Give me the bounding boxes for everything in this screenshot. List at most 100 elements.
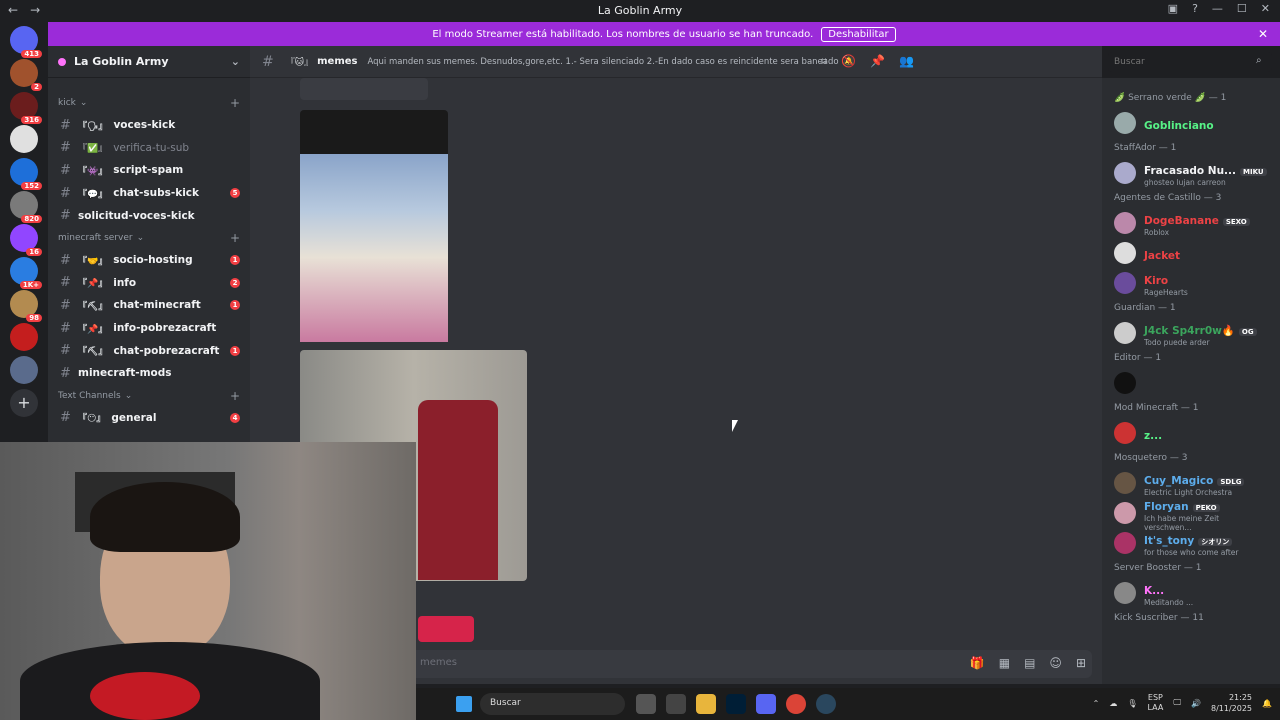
members-icon[interactable]: 👥 [899,54,914,69]
channel-item[interactable]: # 『🗣』 voces-kick [48,114,250,137]
add-channel-icon[interactable]: + [230,389,240,403]
gift-icon[interactable]: 🎁 [970,656,985,670]
member-item[interactable]: Kiro RageHearts [1102,268,1280,298]
mention-badge: 2 [230,277,240,288]
server-icon[interactable] [10,323,38,351]
discord-icon[interactable] [756,694,776,714]
channel-item[interactable]: # 『✅』 verifica-tu-sub [48,137,250,160]
member-item[interactable]: It's_tony シオリン for those who come after [1102,528,1280,558]
channel-item[interactable]: # minecraft-mods [48,362,250,385]
channel-item[interactable]: # 『👾』 script-spam [48,159,250,182]
file-explorer-icon[interactable] [696,694,716,714]
photoshop-icon[interactable] [726,694,746,714]
add-channel-icon[interactable]: + [230,231,240,245]
add-server-icon[interactable]: + [10,389,38,417]
member-name: Jacket [1144,249,1181,262]
member-item[interactable]: K... Meditando ... [1102,578,1280,608]
server-icon[interactable]: 820 [10,191,42,223]
member-item[interactable] [1102,368,1280,398]
avatar [1114,212,1136,234]
server-icon[interactable]: 1K+ [10,257,42,289]
channel-item[interactable]: # 『🤝』 socio-hosting 1 [48,249,250,272]
search-input[interactable] [1108,52,1272,72]
maximize-icon[interactable]: ☐ [1237,2,1247,15]
threads-icon[interactable]: ⌗ [820,54,827,69]
channel-item[interactable]: # solicitud-voces-kick [48,204,250,227]
network-icon[interactable]: 🖵 [1173,698,1181,708]
member-group-header: Kick Suscriber — 11 [1114,613,1204,623]
server-badge: 316 [21,116,42,124]
channel-item[interactable]: # 『📌』 info-pobrezacraft [48,317,250,340]
windows-taskbar: Buscar ⌃ ☁ 🎙 ESP LAA 🖵 🔊 21:25 8/11/2025 🔔 [416,688,1280,720]
mic-icon[interactable]: 🎙 [1127,699,1137,708]
server-icon[interactable] [10,356,38,384]
language-indicator[interactable]: ESP LAA [1148,693,1164,713]
notification-icon[interactable]: 🔔 [1262,699,1272,708]
cloud-icon[interactable]: ☁ [1109,699,1117,708]
channel-deco: 『📌』 [78,324,108,335]
hash-icon: # [60,297,71,313]
disable-streamer-button[interactable]: Deshabilitar [821,26,896,42]
chrome-icon[interactable] [786,694,806,714]
channel-category[interactable]: Text Channels ⌄ + [48,385,250,407]
member-item[interactable]: z... [1102,418,1280,448]
taskbar-search[interactable]: Buscar [480,693,625,715]
server-icon[interactable]: 152 [10,158,42,190]
mute-icon[interactable]: 🔕 [841,54,856,69]
channel-name: socio-hosting [113,254,193,267]
channel-topic[interactable]: Aqui manden sus memes. Desnudos,gore,etc… [367,57,838,67]
channel-item[interactable]: # 『📌』 info 2 [48,272,250,295]
guild-header[interactable]: La Goblin Army ⌄ [48,46,250,78]
server-icon[interactable]: 98 [10,290,42,322]
meme-image-bottom[interactable] [418,616,474,642]
member-name: Floryan [1144,500,1189,513]
close-icon[interactable]: ✕ [1261,2,1270,15]
member-item[interactable]: Goblinciano [1102,108,1280,138]
server-icon[interactable]: 16 [10,224,42,256]
avatar [1114,322,1136,344]
app-icon[interactable] [666,694,686,714]
channel-category[interactable]: kick ⌄ + [48,92,250,114]
inbox-icon[interactable]: ▣ [1168,2,1178,15]
channel-category[interactable]: minecraft server ⌄ + [48,227,250,249]
member-name: J4ck Sp4rr0w🔥 [1144,325,1235,337]
apps-icon[interactable]: ⊞ [1076,656,1086,670]
avatar [1114,242,1136,264]
channel-deco: 『✅』 [78,144,108,155]
channel-item[interactable]: # 『💬』 chat-subs-kick 5 [48,182,250,205]
steam-icon[interactable] [816,694,836,714]
help-icon[interactable]: ? [1192,2,1198,15]
windows-start-icon[interactable] [456,696,472,712]
minimize-icon[interactable]: — [1212,2,1223,15]
add-channel-icon[interactable]: + [230,96,240,110]
sticker-icon[interactable]: ▤ [1024,656,1035,670]
banner-close-icon[interactable]: ✕ [1258,27,1268,41]
window-controls: ▣ ? — ☐ ✕ [1168,2,1270,15]
clock[interactable]: 21:25 8/11/2025 [1211,692,1252,714]
chevron-up-icon[interactable]: ⌃ [1093,699,1100,708]
server-icon[interactable] [10,125,38,153]
meme-image-tweet[interactable] [300,110,448,342]
server-icon[interactable]: 2 [10,59,42,91]
member-item[interactable]: Jacket [1102,238,1280,268]
emoji-icon[interactable]: ☺ [1049,656,1062,670]
member-item[interactable]: Cuy_Magico SDLG Electric Light Orchestra [1102,468,1280,498]
member-item[interactable]: J4ck Sp4rr0w🔥 OG Todo puede arder [1102,318,1280,348]
meme-image-partial[interactable] [300,78,428,100]
server-list: 413 2 316 152 820 16 1K+ 98 + [0,22,48,442]
taskview-icon[interactable] [636,694,656,714]
channel-item[interactable]: # 『⛏』 chat-pobrezacraft 1 [48,339,250,362]
member-item[interactable]: DogeBanane SEXO Roblox [1102,208,1280,238]
server-icon[interactable]: 316 [10,92,42,124]
server-icon[interactable]: 413 [10,26,42,58]
volume-icon[interactable]: 🔊 [1191,699,1201,708]
member-item[interactable]: Floryan PEKO Ich habe meine Zeit verschwen… [1102,498,1280,532]
member-item[interactable]: Fracasado Nu... MIKU ghosteo lujan carreon [1102,158,1280,188]
pin-icon[interactable]: 📌 [870,54,885,69]
channel-item[interactable]: # 『😶』 general 4 [48,407,250,430]
member-status: Roblox [1144,228,1170,237]
avatar [1114,472,1136,494]
channel-item[interactable]: # 『⛏』 chat-minecraft 1 [48,294,250,317]
server-badge: 98 [26,314,42,322]
gif-icon[interactable]: ▦ [999,656,1010,670]
